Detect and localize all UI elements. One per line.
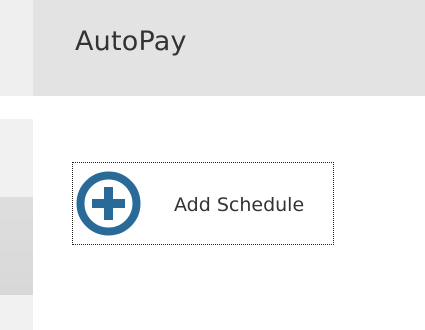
page-header: AutoPay bbox=[33, 0, 425, 96]
add-schedule-button[interactable]: Add Schedule bbox=[72, 162, 334, 245]
header-divider-gap bbox=[0, 96, 425, 119]
add-schedule-label: Add Schedule bbox=[174, 194, 305, 216]
plus-circle-icon bbox=[76, 171, 141, 236]
top-left-strip bbox=[0, 0, 33, 96]
autopay-page: AutoPay Add Schedule bbox=[0, 0, 425, 330]
left-sidebar bbox=[0, 119, 33, 330]
page-title: AutoPay bbox=[75, 26, 187, 57]
